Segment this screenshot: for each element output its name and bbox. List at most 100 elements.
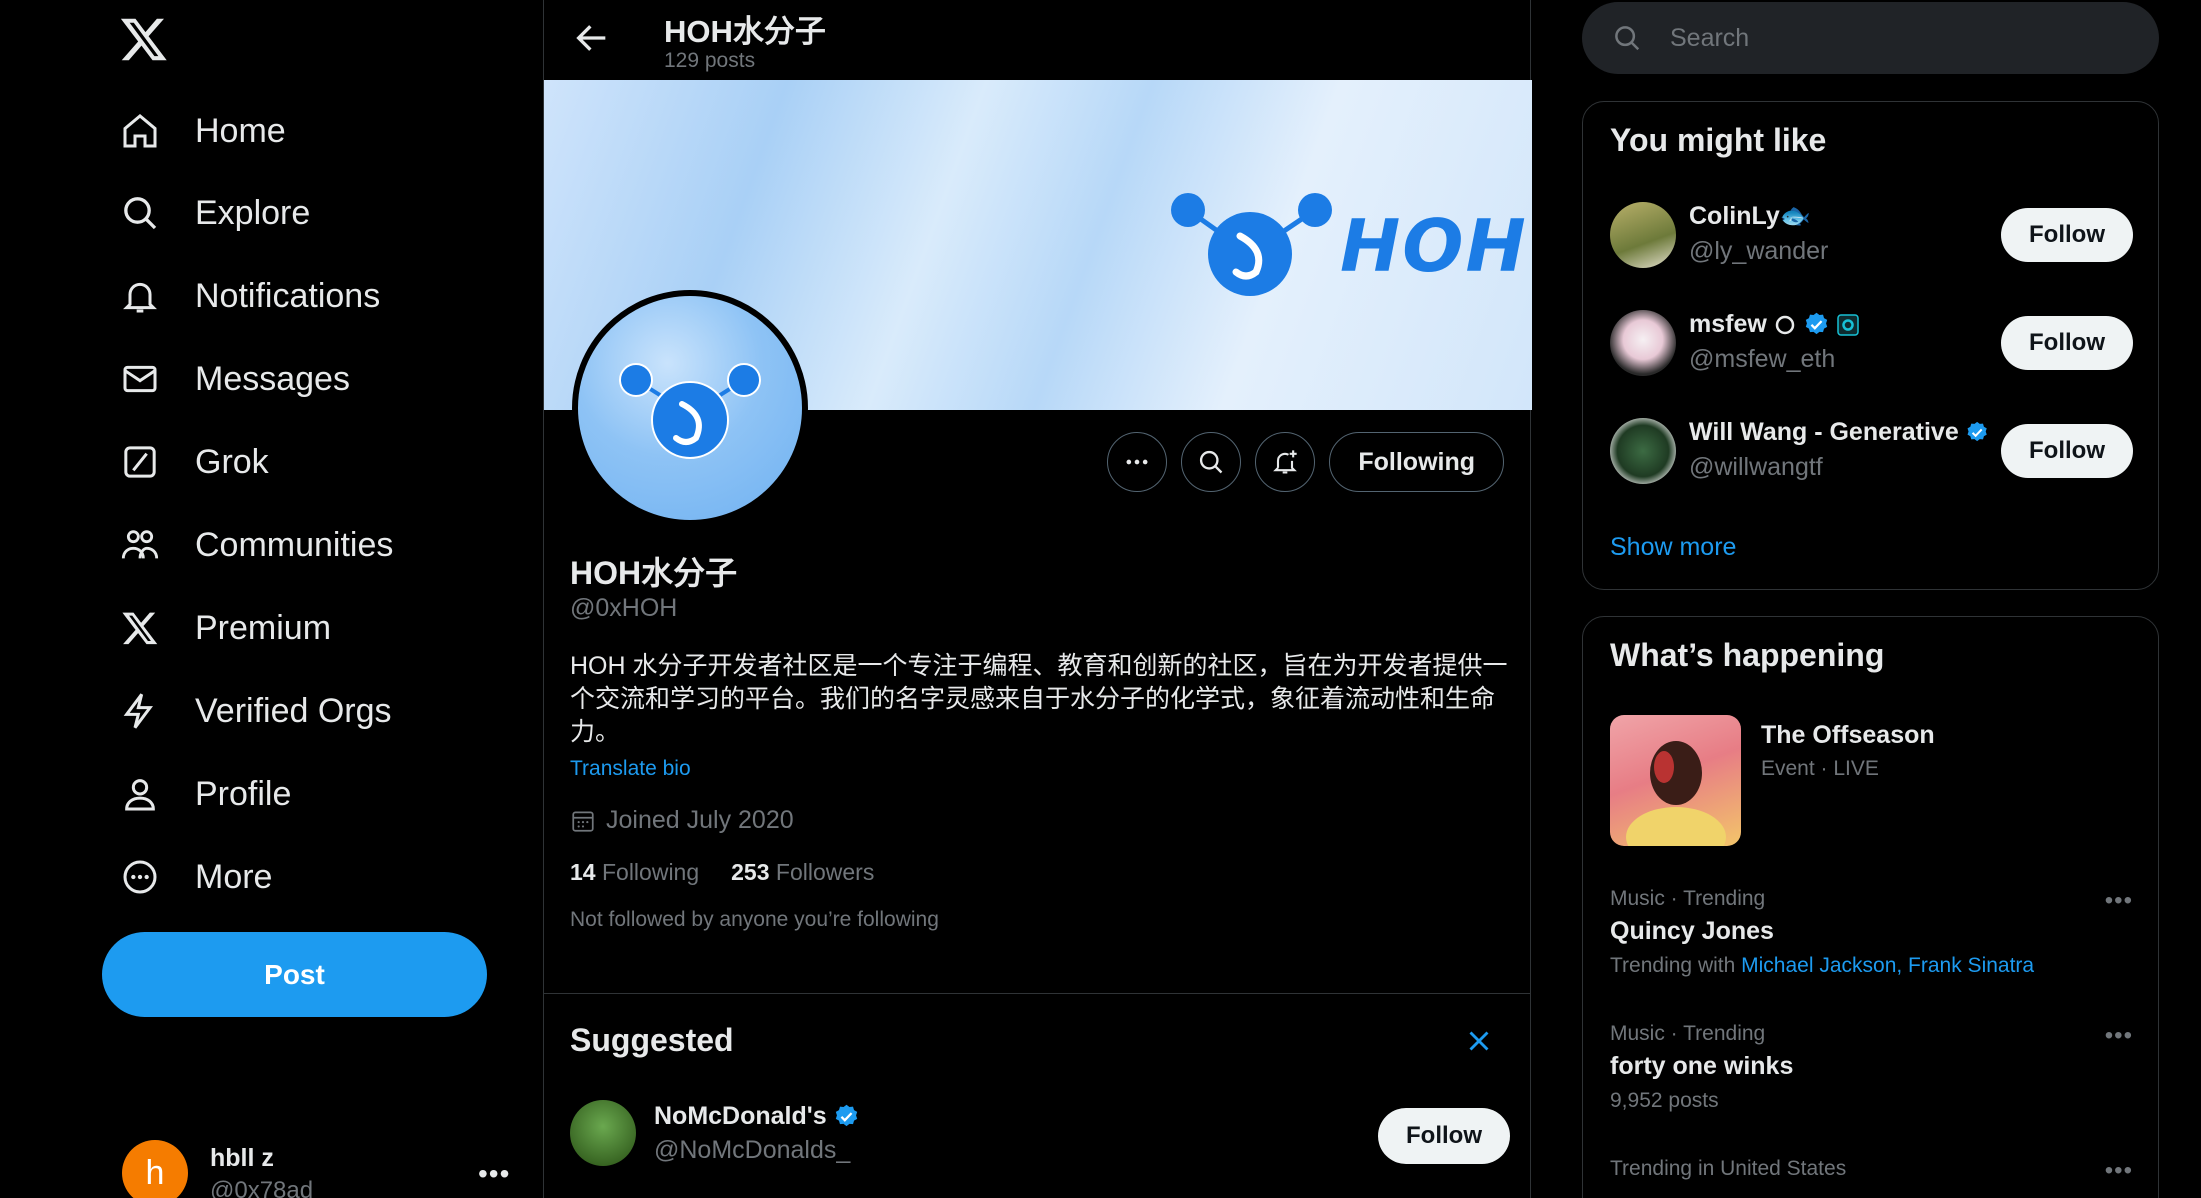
- following-count: 14: [570, 859, 596, 885]
- avatar: [1610, 418, 1676, 484]
- nav-messages[interactable]: Messages: [119, 348, 350, 410]
- search-icon: [1615, 26, 1640, 51]
- nav-profile[interactable]: Profile: [119, 763, 291, 825]
- nav-explore[interactable]: Explore: [119, 182, 310, 244]
- nav-label: More: [195, 857, 273, 896]
- avatar: h: [122, 1140, 188, 1198]
- more-dots-icon[interactable]: •••: [2105, 1022, 2133, 1050]
- post-button[interactable]: Post: [102, 932, 487, 1017]
- verified-badge-icon: [1805, 312, 1827, 335]
- event-meta: Event · LIVE: [1761, 757, 1879, 780]
- calendar-icon: [572, 810, 594, 832]
- trend-meta: Music · Trending: [1610, 1022, 1766, 1045]
- trend-name: Quincy Jones: [1610, 917, 1774, 945]
- profile-avatar[interactable]: [572, 290, 808, 526]
- followers-label: Followers: [775, 859, 875, 885]
- wtf-item[interactable]: Will Wang - Generative @willwangtf Follo…: [1610, 418, 2133, 490]
- nav-notifications[interactable]: Notifications: [119, 265, 380, 327]
- nav-home[interactable]: Home: [119, 100, 286, 162]
- following-label: Following: [601, 859, 700, 885]
- event-image[interactable]: [1610, 715, 1741, 846]
- search-input[interactable]: [1670, 23, 2110, 53]
- wtf-item[interactable]: ColinLy🐟 @ly_wander Follow: [1610, 202, 2133, 274]
- event-title[interactable]: The Offseason: [1761, 721, 1935, 750]
- posts-count: 129 posts: [664, 49, 756, 72]
- notify-button[interactable]: [1255, 432, 1316, 492]
- nav-more[interactable]: More: [119, 846, 272, 908]
- account-name: hbll z: [210, 1144, 274, 1172]
- more-dots-icon[interactable]: •••: [2105, 887, 2133, 915]
- nav-label: Profile: [195, 774, 292, 813]
- profile-name: HOH水分子: [570, 555, 738, 591]
- search-profile-button[interactable]: [1181, 432, 1242, 492]
- joined-date: Joined July 2020: [570, 806, 794, 835]
- more-dots-icon[interactable]: •••: [2105, 1157, 2133, 1185]
- wtf-name: ColinLy🐟: [1689, 202, 1811, 230]
- avatar: [570, 1100, 636, 1166]
- who-to-follow-card: You might like ColinLy🐟 @ly_wander Follo…: [1582, 101, 2159, 590]
- following-button[interactable]: Following: [1329, 432, 1504, 492]
- nav-label: Messages: [195, 359, 350, 398]
- search-bar[interactable]: [1582, 2, 2159, 74]
- account-switcher[interactable]: h hbll z @0x78ad: [122, 1140, 313, 1198]
- whats-happening-card: What’s happening The Offseason Event · L…: [1582, 616, 2159, 1198]
- right-sidebar: You might like ColinLy🐟 @ly_wander Follo…: [1582, 0, 2159, 1198]
- translate-bio-link[interactable]: Translate bio: [570, 757, 691, 781]
- back-arrow-icon[interactable]: [572, 18, 612, 58]
- follow-button[interactable]: Follow: [2001, 424, 2133, 478]
- banner-brand-text: HOH: [1340, 204, 1528, 288]
- nav-premium[interactable]: Premium: [119, 597, 331, 659]
- trend-extra-prefix: Trending with: [1610, 954, 1736, 977]
- wtf-handle: @willwangtf: [1689, 453, 1823, 481]
- followers-count: 253: [731, 859, 770, 885]
- search-icon: [1200, 450, 1223, 474]
- card-title: What’s happening: [1610, 637, 1885, 673]
- person-icon: [119, 773, 161, 815]
- suggested-item[interactable]: NoMcDonald's @NoMcDonalds_ Follow: [570, 1100, 1510, 1172]
- wtf-name-text: Will Wang - Generative: [1689, 418, 1959, 446]
- nav-label: Communities: [195, 525, 394, 564]
- molecule-logo-icon: [619, 363, 761, 459]
- follow-button[interactable]: Follow: [2001, 208, 2133, 262]
- close-icon[interactable]: [1462, 1024, 1496, 1058]
- x-logo-icon[interactable]: [119, 14, 169, 64]
- follow-button[interactable]: Follow: [2001, 316, 2133, 370]
- nav-communities[interactable]: Communities: [119, 514, 393, 576]
- profile-stats: 14 Following 253 Followers: [570, 859, 874, 886]
- wtf-name: msfew: [1689, 310, 1860, 339]
- nav-verified-orgs[interactable]: Verified Orgs: [119, 680, 392, 742]
- nav-label: Verified Orgs: [195, 691, 392, 730]
- follow-button[interactable]: Follow: [1378, 1108, 1510, 1164]
- nav-grok[interactable]: Grok: [119, 431, 269, 493]
- more-dots-icon[interactable]: •••: [478, 1158, 510, 1190]
- wtf-name: Will Wang - Generative: [1689, 418, 1989, 447]
- profile-handle: @0xHOH: [570, 594, 678, 622]
- home-icon: [119, 110, 161, 152]
- suggested-name-text: NoMcDonald's: [654, 1102, 827, 1130]
- more-dots-icon: [1126, 459, 1148, 465]
- trend-item[interactable]: Music · Trending Quincy Jones Trending w…: [1610, 887, 2133, 978]
- lightning-icon: [119, 690, 161, 732]
- bell-plus-icon: [1273, 450, 1298, 474]
- profile-actions: Following: [1107, 432, 1504, 492]
- following-link[interactable]: 14 Following: [570, 859, 699, 886]
- more-options-button[interactable]: [1107, 432, 1168, 492]
- trend-posts: 9,952 posts: [1610, 1089, 1719, 1112]
- trend-item[interactable]: Music · Trending forty one winks 9,952 p…: [1610, 1022, 2133, 1113]
- event-portrait-image: [1626, 741, 1726, 846]
- molecule-logo-icon: [1171, 193, 1332, 296]
- page-title: HOH水分子: [664, 14, 826, 49]
- trend-item[interactable]: Trending in United States •••: [1610, 1157, 2133, 1184]
- trend-name: forty one winks: [1610, 1052, 1794, 1080]
- search-icon: [119, 192, 161, 234]
- mail-icon: [119, 358, 161, 400]
- wtf-item[interactable]: msfew @msfew_eth Follow: [1610, 310, 2133, 382]
- more-circle-icon: [119, 856, 161, 898]
- profile-column: HOH水分子 129 posts HOH Following HOH水分子 @0…: [543, 0, 1532, 1198]
- followers-link[interactable]: 253 Followers: [731, 859, 874, 886]
- trend-related-links[interactable]: Michael Jackson, Frank Sinatra: [1741, 954, 2034, 977]
- show-more-link[interactable]: Show more: [1610, 533, 1736, 562]
- wtf-handle: @ly_wander: [1689, 237, 1829, 265]
- nav-label: Premium: [195, 608, 332, 647]
- bell-icon: [119, 275, 161, 317]
